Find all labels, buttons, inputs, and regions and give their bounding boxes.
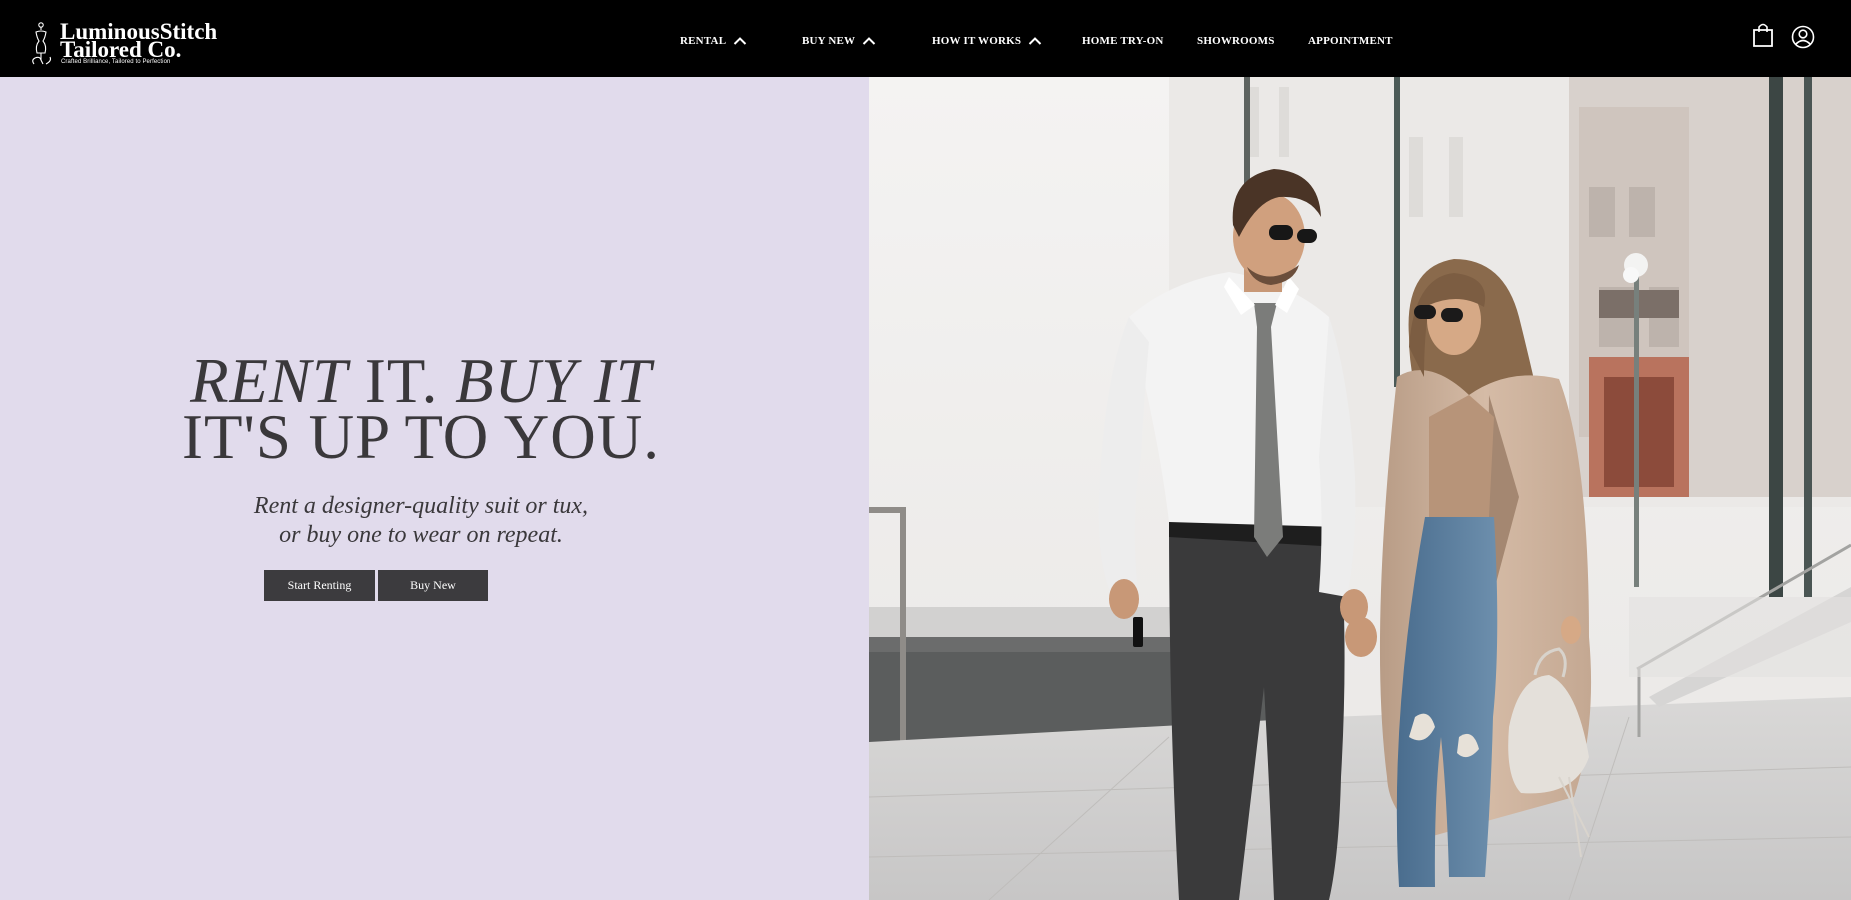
brand-tagline: Crafted Brilliance, Tailored to Perfecti… [61, 59, 171, 65]
nav-item-appointment[interactable]: APPOINTMENT [1308, 30, 1393, 52]
chevron-up-icon [734, 37, 747, 45]
dress-form-logo-icon [32, 22, 52, 65]
hero-headline-line2: IT'S UP TO YOU. [182, 402, 660, 472]
nav-item-label: RENTAL [680, 35, 727, 47]
nav-item-home-try-on[interactable]: HOME TRY-ON [1082, 30, 1164, 52]
nav-item-label: SHOWROOMS [1197, 35, 1275, 47]
user-account-icon[interactable] [1791, 25, 1815, 49]
hero-text-panel: RENT IT. BUY IT IT'S UP TO YOU. Rent a d… [0, 77, 869, 900]
nav-item-buy-new[interactable]: BUY NEW [802, 30, 876, 52]
nav-item-label: BUY NEW [802, 35, 856, 47]
buy-new-button[interactable]: Buy New [378, 570, 488, 601]
hero-subtext-line1: Rent a designer-quality suit or tux, [253, 493, 589, 519]
nav-item-label: HOW IT WORKS [932, 35, 1022, 47]
brand-logo[interactable]: LuminousStitch Tailored Co. Crafted Bril… [28, 18, 238, 68]
nav-item-rental[interactable]: RENTAL [680, 30, 747, 52]
brand-name-line2: Tailored Co. [60, 37, 182, 62]
chevron-up-icon [1029, 37, 1042, 45]
couple-walking-photo [869, 77, 1851, 900]
nav-item-showrooms[interactable]: SHOWROOMS [1197, 30, 1275, 52]
start-renting-button[interactable]: Start Renting [264, 570, 375, 601]
top-header: LuminousStitch Tailored Co. Crafted Bril… [0, 0, 1851, 77]
nav-item-how-it-works[interactable]: HOW IT WORKS [932, 30, 1042, 52]
chevron-up-icon [863, 37, 876, 45]
hero-subtext-line2: or buy one to wear on repeat. [279, 522, 563, 548]
nav-item-label: HOME TRY-ON [1082, 35, 1164, 47]
nav-item-label: APPOINTMENT [1308, 35, 1393, 47]
hero-image [869, 77, 1851, 900]
shopping-bag-icon[interactable] [1752, 22, 1774, 48]
